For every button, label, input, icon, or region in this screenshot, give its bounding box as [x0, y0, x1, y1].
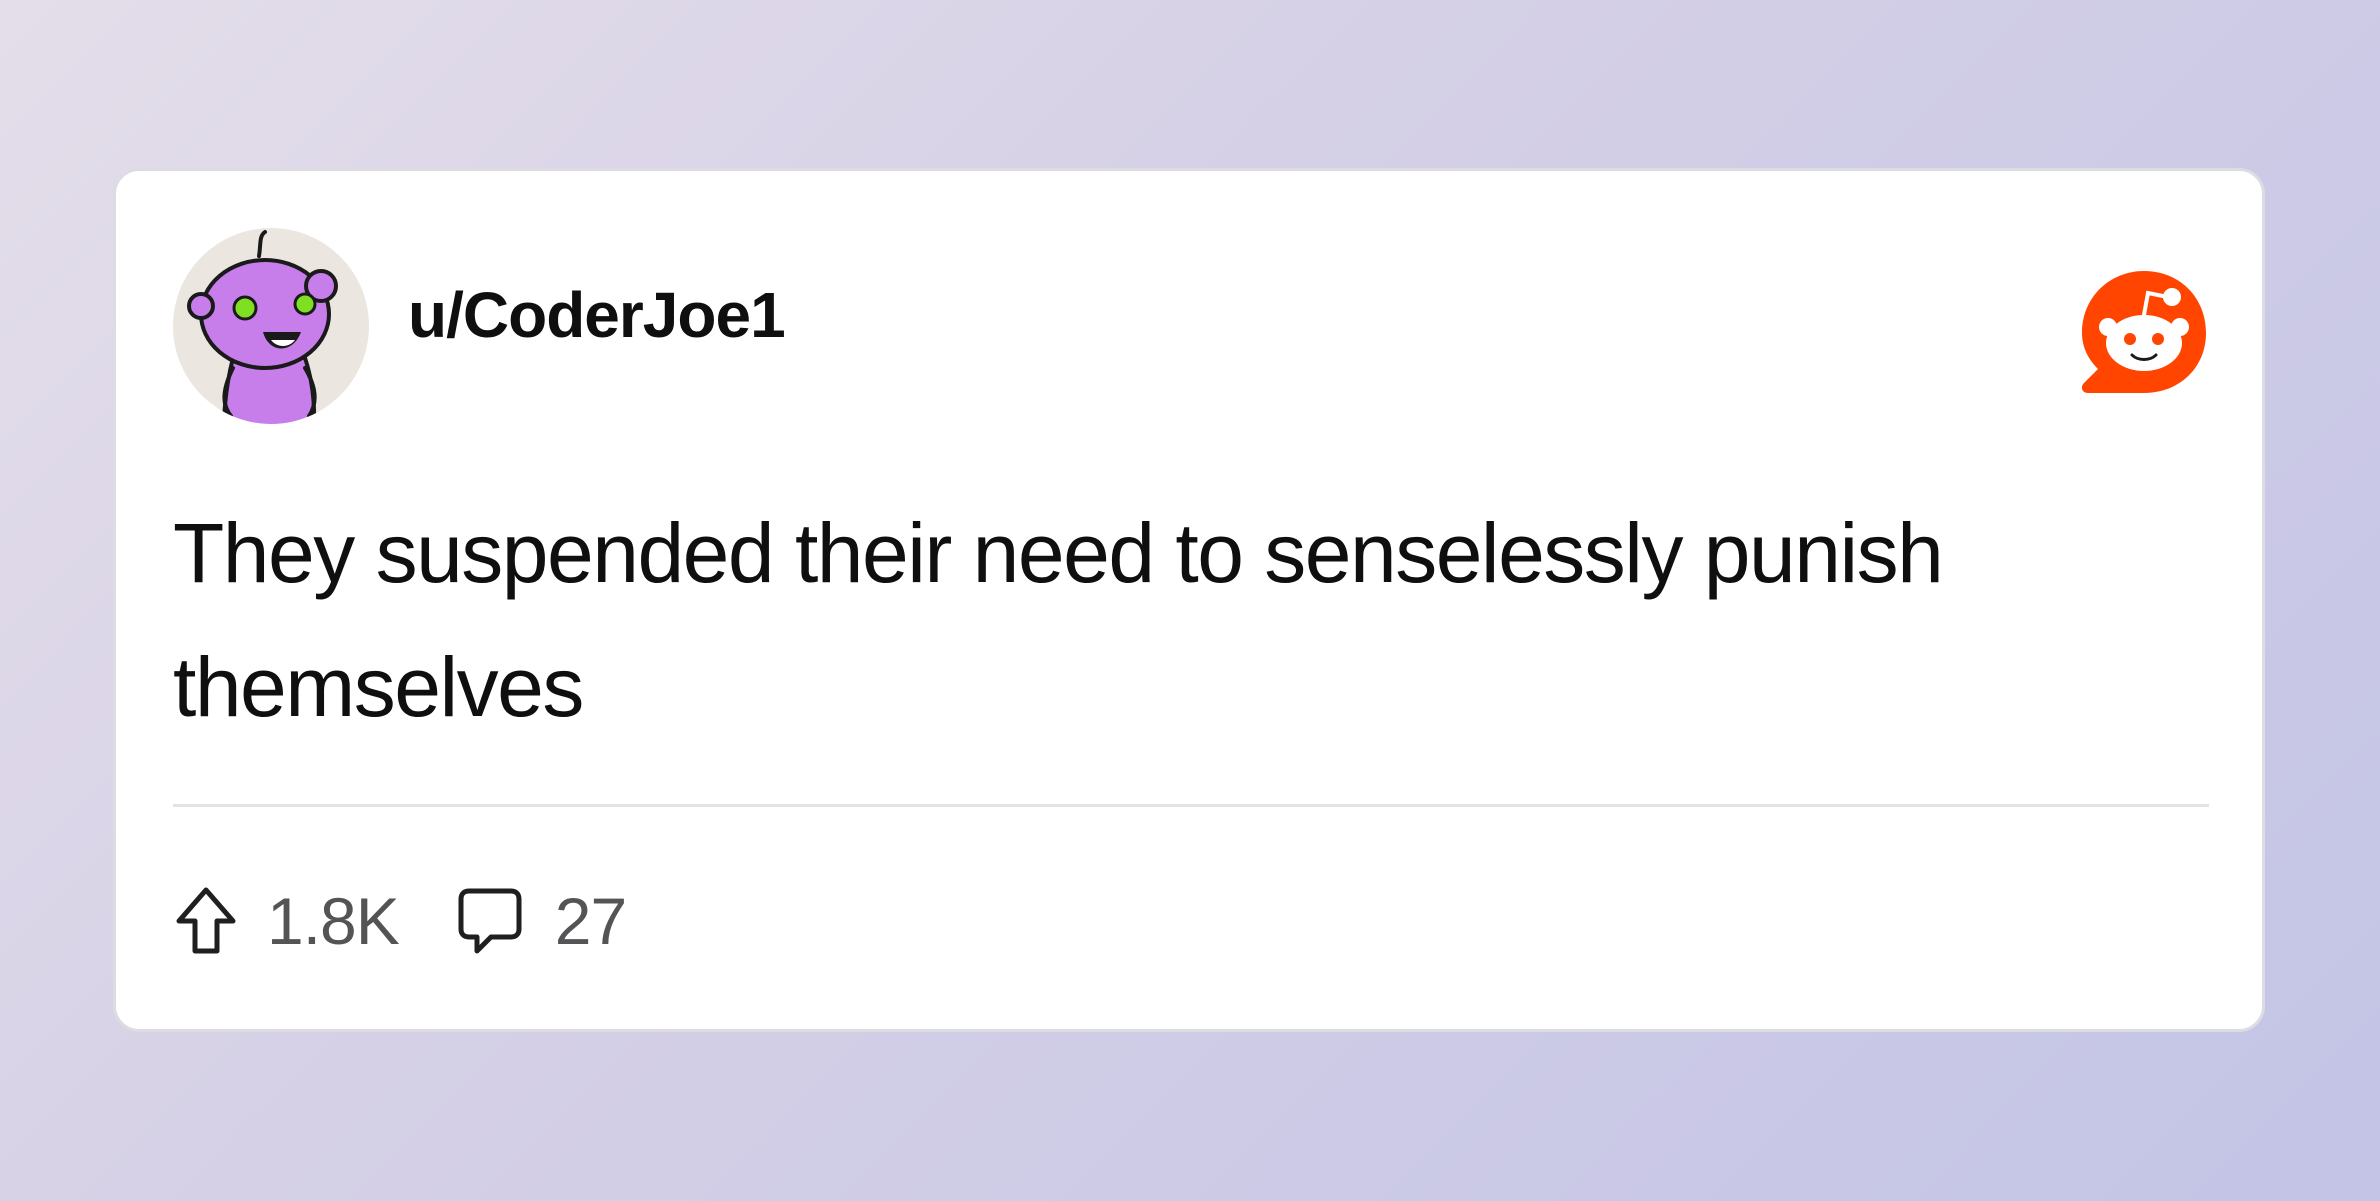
user-avatar[interactable] [173, 228, 369, 424]
reddit-logo-icon [2081, 271, 2206, 393]
comment-bubble-icon[interactable] [457, 885, 523, 957]
comment-count: 27 [554, 884, 627, 958]
upvote-arrow-icon[interactable] [173, 885, 239, 957]
divider [173, 804, 2209, 807]
snoo-avatar-icon [187, 230, 338, 424]
upvote-count: 1.8K [267, 884, 400, 958]
post-author-username[interactable]: u/CoderJoe1 [408, 283, 786, 347]
post-stats: 1.8K 27 [173, 881, 627, 961]
post-body-text: They suspended their need to senselessly… [173, 506, 1944, 734]
post-card[interactable]: u/CoderJoe1 They suspended their need to… [113, 168, 2265, 1032]
